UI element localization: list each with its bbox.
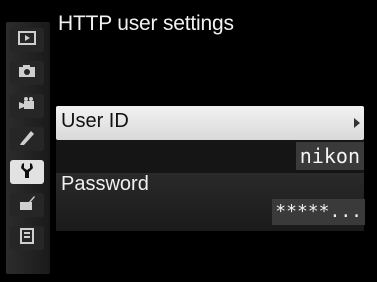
playback-icon <box>17 29 37 51</box>
tab-my-menu[interactable] <box>10 226 44 250</box>
page-title: HTTP user settings <box>58 12 234 35</box>
tab-playback[interactable] <box>10 28 44 52</box>
wrench-icon <box>17 161 37 183</box>
password-value: *****... <box>272 199 365 225</box>
retouch-icon <box>17 194 37 216</box>
camera-menu-screen: HTTP user settings User ID nikon Passwor… <box>0 0 377 282</box>
chevron-right-icon <box>354 118 360 128</box>
user-id-row[interactable]: User ID <box>56 106 364 140</box>
movie-camera-icon <box>17 95 37 117</box>
tab-custom-settings[interactable] <box>10 127 44 151</box>
pencil-icon <box>17 128 37 150</box>
tab-movie[interactable] <box>10 94 44 118</box>
camera-icon <box>17 62 37 84</box>
tab-shooting[interactable] <box>10 61 44 85</box>
user-id-value: nikon <box>295 142 364 170</box>
user-id-label: User ID <box>61 110 129 132</box>
password-label: Password <box>61 173 149 195</box>
tab-setup[interactable] <box>10 160 44 184</box>
tab-retouch[interactable] <box>10 193 44 217</box>
my-menu-icon <box>17 227 37 249</box>
